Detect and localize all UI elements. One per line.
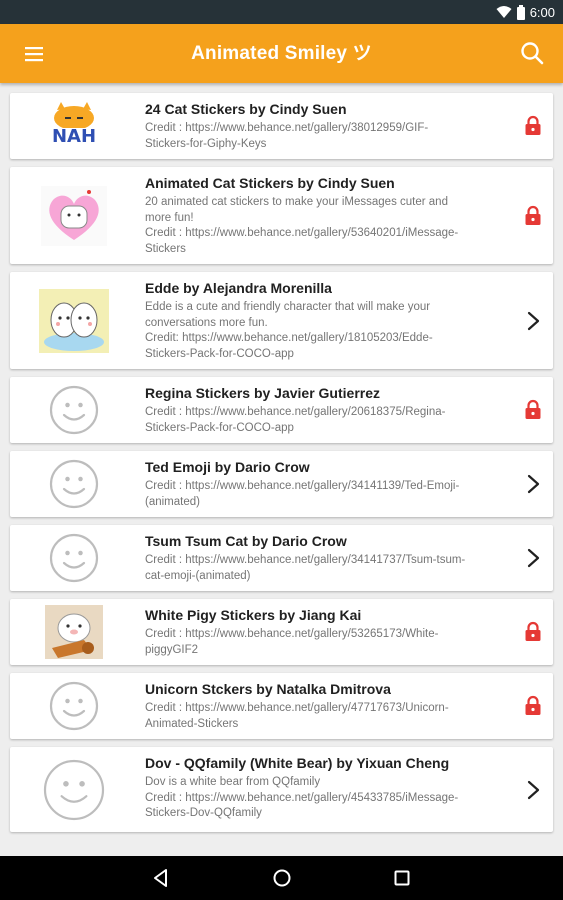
navigation-bar: [0, 856, 563, 900]
recents-square-icon[interactable]: [391, 867, 413, 889]
back-triangle-icon[interactable]: [150, 867, 172, 889]
description-line: Animated-Stickers: [145, 717, 239, 730]
description-line: Stickers-Pack-for-COCO-app: [145, 347, 294, 360]
chevron-right-icon: [527, 311, 540, 330]
card-text: Regina Stickers by Javier Gutierrez Cred…: [145, 384, 513, 436]
chevron-right-icon: [527, 474, 540, 494]
pack-description: Credit : https://www.behance.net/gallery…: [145, 701, 513, 732]
sticker-pack-card[interactable]: Regina Stickers by Javier Gutierrez Cred…: [10, 377, 553, 443]
pack-title: Animated Cat Stickers by Cindy Suen: [145, 175, 395, 191]
pack-title: Dov - QQfamily (White Bear) by Yixuan Ch…: [145, 755, 450, 771]
sticker-pack-card[interactable]: Tsum Tsum Cat by Dario Crow Credit : htt…: [10, 525, 553, 591]
description-line: Credit : https://www.behance.net/gallery…: [145, 628, 439, 640]
card-text: Dov - QQfamily (White Bear) by Yixuan Ch…: [145, 754, 513, 822]
description-line: Credit : https://www.behance.net/gallery…: [145, 406, 446, 418]
heart-cat-sticker-thumbnail: [36, 184, 112, 248]
card-text: 24 Cat Stickers by Cindy Suen Credit : h…: [145, 100, 513, 152]
smiley-placeholder-thumbnail: [36, 526, 112, 590]
description-line: Credit : https://www.behance.net/gallery…: [145, 122, 429, 134]
chevron-right-icon: [527, 548, 540, 568]
smiley-placeholder-large-thumbnail: [36, 758, 112, 822]
sticker-pack-card[interactable]: Dov - QQfamily (White Bear) by Yixuan Ch…: [10, 747, 553, 832]
card-text: Ted Emoji by Dario Crow Credit : https:/…: [145, 458, 513, 510]
home-circle-icon[interactable]: [271, 867, 293, 889]
lock-icon: [525, 399, 541, 419]
sticker-pack-card[interactable]: NAH 24 Cat Stickers by Cindy Suen Credit…: [10, 93, 553, 159]
pack-description: 20 animated cat stickers to make your iM…: [145, 195, 513, 257]
wifi-icon: [496, 6, 512, 18]
pack-description: Credit : https://www.behance.net/gallery…: [145, 553, 513, 584]
pack-title: Edde by Alejandra Morenilla: [145, 280, 332, 296]
description-line: conversations more fun.: [145, 316, 268, 329]
sticker-pack-card[interactable]: Ted Emoji by Dario Crow Credit : https:/…: [10, 451, 553, 517]
description-line: Credit : https://www.behance.net/gallery…: [145, 227, 459, 239]
description-line: Stickers-Dov-QQfamily: [145, 807, 262, 819]
pack-description: Credit : https://www.behance.net/gallery…: [145, 479, 513, 510]
pack-description: Dov is a white bear from QQfamily Credit …: [145, 775, 513, 822]
description-line: piggyGIF2: [145, 643, 199, 656]
lock-icon: [525, 115, 541, 135]
pack-title: Tsum Tsum Cat by Dario Crow: [145, 533, 347, 549]
pack-title: Regina Stickers by Javier Gutierrez: [145, 385, 380, 401]
pack-title: Unicorn Stckers by Natalka Dmitrova: [145, 681, 391, 697]
clock: 6:00: [529, 4, 555, 20]
lock-icon: [525, 205, 541, 225]
smiley-placeholder-thumbnail: [36, 674, 112, 738]
sticker-pack-card[interactable]: Animated Cat Stickers by Cindy Suen 20 a…: [10, 167, 553, 264]
description-line: Credit: https://www.behance.net/gallery/…: [145, 332, 433, 344]
description-line: Stickers-Pack-for-COCO-app: [145, 421, 294, 434]
pack-title: White Pigy Stickers by Jiang Kai: [145, 607, 362, 623]
card-text: Unicorn Stckers by Natalka Dmitrova Cred…: [145, 680, 513, 732]
pig-guitar-sticker-thumbnail: [36, 600, 112, 664]
pack-description: Credit : https://www.behance.net/gallery…: [145, 627, 513, 658]
pack-description: Credit : https://www.behance.net/gallery…: [145, 405, 513, 436]
sticker-pack-card[interactable]: Unicorn Stckers by Natalka Dmitrova Cred…: [10, 673, 553, 739]
pack-description: Credit : https://www.behance.net/gallery…: [145, 121, 513, 152]
lock-icon: [525, 621, 541, 641]
card-text: Animated Cat Stickers by Cindy Suen 20 a…: [145, 174, 513, 257]
smiley-placeholder-thumbnail: [36, 378, 112, 442]
smiley-placeholder-thumbnail: [36, 452, 112, 516]
chevron-right-icon: [527, 780, 540, 799]
description-line: Credit : https://www.behance.net/gallery…: [145, 791, 459, 804]
lock-icon: [525, 695, 541, 715]
search-icon[interactable]: [519, 40, 545, 66]
app-bar: Animated Smiley ツ: [0, 24, 563, 83]
sticker-pack-card[interactable]: Edde by Alejandra Morenilla Edde is a cu…: [10, 272, 553, 369]
app-title: Animated Smiley ツ: [191, 43, 372, 64]
card-text: Tsum Tsum Cat by Dario Crow Credit : htt…: [145, 532, 513, 584]
battery-icon: [516, 4, 525, 20]
description-line: cat-emoji-(animated): [145, 569, 251, 582]
description-line: more fun!: [145, 211, 194, 224]
description-line: Credit : https://www.behance.net/gallery…: [145, 702, 449, 714]
nah-text: NAH: [51, 126, 97, 147]
pack-description: Edde is a cute and friendly character th…: [145, 300, 513, 362]
description-line: Credit : https://www.behance.net/gallery…: [145, 554, 466, 566]
sticker-pack-card[interactable]: White Pigy Stickers by Jiang Kai Credit …: [10, 599, 553, 665]
description-line: Stickers-for-Giphy-Keys: [145, 137, 267, 150]
sticker-pack-list: NAH 24 Cat Stickers by Cindy Suen Credit…: [10, 93, 553, 840]
edde-sticker-thumbnail: [36, 288, 112, 353]
description-line: Dov is a white bear from QQfamily: [145, 776, 321, 788]
card-text: Edde by Alejandra Morenilla Edde is a cu…: [145, 279, 513, 362]
pack-title: 24 Cat Stickers by Cindy Suen: [145, 101, 347, 117]
description-line: Credit : https://www.behance.net/gallery…: [145, 480, 460, 492]
description-line: 20 animated cat stickers to make your iM…: [145, 196, 448, 208]
description-line: Edde is a cute and friendly character th…: [145, 301, 431, 313]
status-bar: 6:00: [0, 0, 563, 24]
card-text: White Pigy Stickers by Jiang Kai Credit …: [145, 606, 513, 658]
description-line: (animated): [145, 495, 200, 508]
nah-cat-sticker-thumbnail: NAH: [36, 94, 112, 158]
description-line: Stickers: [145, 242, 186, 255]
pack-title: Ted Emoji by Dario Crow: [145, 459, 310, 475]
